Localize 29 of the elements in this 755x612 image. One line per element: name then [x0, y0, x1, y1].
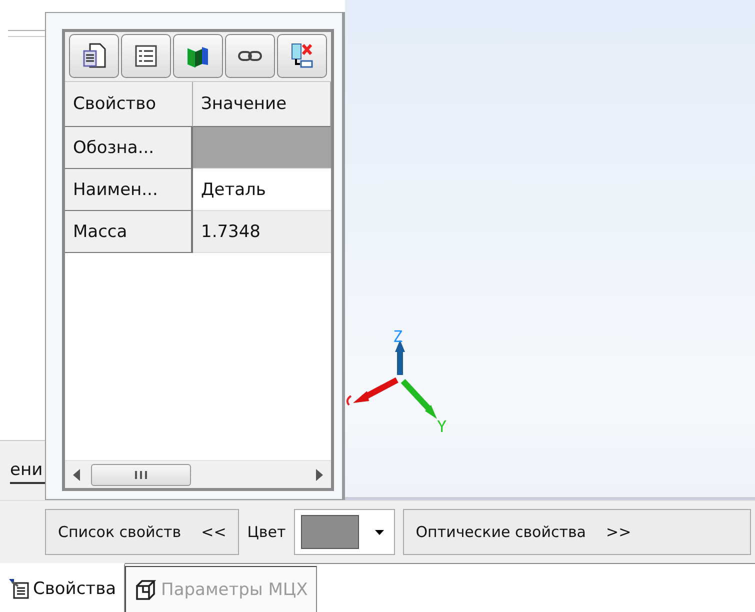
grip-icon	[134, 470, 148, 478]
property-cell: Наимен...	[65, 169, 193, 211]
checklist-icon[interactable]	[121, 34, 171, 78]
column-header[interactable]: Свойство	[65, 82, 193, 127]
horizontal-scrollbar[interactable]	[65, 460, 331, 488]
column-header[interactable]: Значение	[193, 82, 331, 127]
properties-icon	[8, 578, 30, 600]
link-icon[interactable]	[225, 34, 275, 78]
books-icon[interactable]	[173, 34, 223, 78]
scroll-thumb[interactable]	[91, 464, 191, 486]
x-axis-arrow	[353, 377, 398, 403]
axis-label: Y	[437, 417, 447, 436]
scroll-left-icon[interactable]	[73, 468, 81, 480]
tab[interactable]: Свойства	[0, 563, 126, 612]
property-list-button[interactable]: Список свойств <<	[45, 509, 240, 555]
optical-properties-button[interactable]: Оптические свойства >>	[402, 509, 751, 555]
y-axis-arrow	[400, 378, 437, 419]
z-axis-arrow	[395, 340, 405, 375]
property-cell: Обозна...	[65, 127, 193, 169]
scroll-right-icon[interactable]	[315, 468, 323, 480]
property-cell: Масса	[65, 211, 193, 253]
cube-icon	[134, 578, 158, 600]
axis-label: Z	[393, 328, 403, 346]
color-picker[interactable]	[294, 509, 395, 555]
dropdown-icon[interactable]	[374, 530, 384, 534]
color-label: Цвет	[247, 523, 286, 541]
remove-icon[interactable]	[277, 34, 327, 78]
value-cell: 1.7348	[193, 211, 331, 253]
document-icon[interactable]	[69, 34, 119, 78]
